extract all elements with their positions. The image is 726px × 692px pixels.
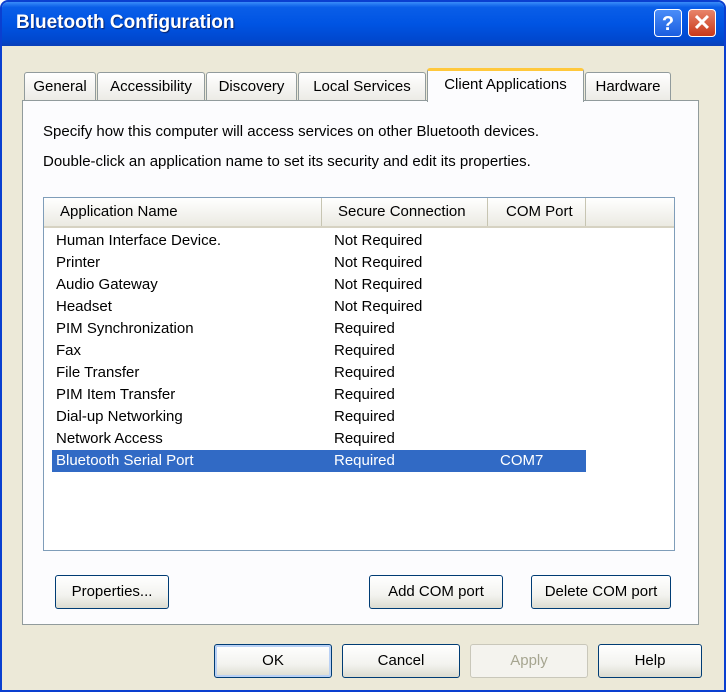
application-name: PIM Item Transfer: [56, 386, 176, 403]
list-header: Application Name Secure Connection COM P…: [44, 198, 674, 228]
com-port: COM7: [500, 452, 544, 469]
list-item[interactable]: File Transfer Required: [52, 362, 586, 384]
bluetooth-configuration-dialog: Bluetooth Configuration ? ✕ General Acce…: [0, 0, 726, 692]
application-name: PIM Synchronization: [56, 320, 194, 337]
column-com-port[interactable]: COM Port: [488, 198, 586, 226]
window-title: Bluetooth Configuration: [16, 12, 235, 33]
delete-com-port-button[interactable]: Delete COM port: [531, 575, 671, 609]
tab-client-applications[interactable]: Client Applications: [427, 68, 584, 102]
close-button[interactable]: ✕: [688, 9, 716, 37]
tab-hardware[interactable]: Hardware: [585, 72, 671, 100]
cancel-button[interactable]: Cancel: [342, 644, 460, 678]
properties-button[interactable]: Properties...: [55, 575, 169, 609]
apply-button[interactable]: Apply: [470, 644, 588, 678]
tab-discovery[interactable]: Discovery: [206, 72, 297, 100]
list-item-selected[interactable]: Bluetooth Serial Port Required COM7: [52, 450, 586, 472]
secure-connection: Required: [334, 342, 395, 359]
list-item[interactable]: Network Access Required: [52, 428, 586, 450]
secure-connection: Required: [334, 452, 395, 469]
list-item[interactable]: Printer Not Required: [52, 252, 586, 274]
secure-connection: Not Required: [334, 298, 423, 315]
secure-connection: Required: [334, 408, 395, 425]
tab-accessibility[interactable]: Accessibility: [97, 72, 205, 100]
application-name: Printer: [56, 254, 101, 271]
application-name: Headset: [56, 298, 112, 315]
application-name: Fax: [56, 342, 82, 359]
description-line-2: Double-click an application name to set …: [43, 153, 531, 170]
help-button[interactable]: Help: [598, 644, 702, 678]
description-line-1: Specify how this computer will access se…: [43, 123, 540, 140]
client-applications-panel: Specify how this computer will access se…: [22, 100, 699, 625]
secure-connection: Not Required: [334, 232, 423, 249]
list-item[interactable]: Headset Not Required: [52, 296, 586, 318]
title-bar[interactable]: Bluetooth Configuration ? ✕: [2, 2, 724, 46]
application-name: Network Access: [56, 430, 163, 447]
secure-connection: Required: [334, 386, 395, 403]
column-application-name[interactable]: Application Name: [44, 198, 322, 226]
column-secure-connection[interactable]: Secure Connection: [322, 198, 488, 226]
close-icon: ✕: [692, 10, 712, 35]
application-name: Bluetooth Serial Port: [56, 452, 194, 469]
tab-general[interactable]: General: [24, 72, 96, 100]
list-item[interactable]: Human Interface Device. Not Required: [52, 230, 586, 252]
secure-connection: Not Required: [334, 276, 423, 293]
application-name: File Transfer: [56, 364, 140, 381]
tab-local-services[interactable]: Local Services: [298, 72, 426, 100]
add-com-port-button[interactable]: Add COM port: [369, 575, 503, 609]
question-mark-icon: ?: [661, 13, 675, 35]
secure-connection: Required: [334, 430, 395, 447]
list-item[interactable]: Fax Required: [52, 340, 586, 362]
secure-connection: Required: [334, 364, 395, 381]
list-item[interactable]: Dial-up Networking Required: [52, 406, 586, 428]
list-item[interactable]: Audio Gateway Not Required: [52, 274, 586, 296]
application-name: Dial-up Networking: [56, 408, 183, 425]
applications-list[interactable]: Application Name Secure Connection COM P…: [43, 197, 675, 551]
help-title-button[interactable]: ?: [654, 9, 682, 37]
secure-connection: Required: [334, 320, 395, 337]
application-name: Audio Gateway: [56, 276, 158, 293]
ok-button[interactable]: OK: [214, 644, 332, 678]
list-item[interactable]: PIM Item Transfer Required: [52, 384, 586, 406]
list-item[interactable]: PIM Synchronization Required: [52, 318, 586, 340]
secure-connection: Not Required: [334, 254, 423, 271]
application-name: Human Interface Device.: [56, 232, 222, 249]
